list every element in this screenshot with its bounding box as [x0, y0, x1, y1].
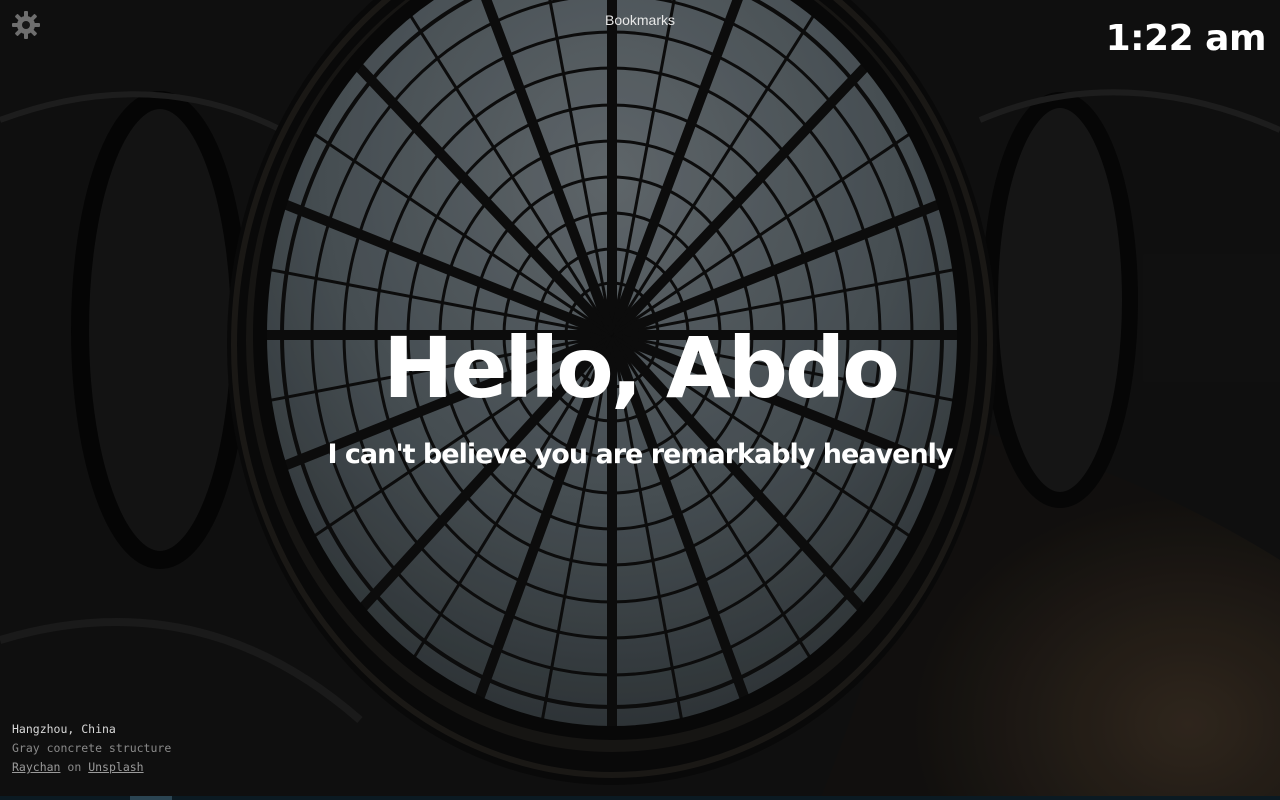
clock: 1:22 am	[1105, 18, 1267, 59]
new-tab-page: Bookmarks 1:22 am Hello, Abdo I can't be…	[0, 0, 1280, 800]
compliment-message: I can't believe you are remarkably heave…	[327, 439, 953, 470]
bookmarks-link[interactable]: Bookmarks	[605, 12, 675, 28]
greeting: Hello, Abdo	[383, 319, 900, 417]
bottom-taskbar-strip	[0, 796, 1280, 800]
bookmarks-bar: Bookmarks	[0, 12, 1280, 28]
attribution-on-text: on	[67, 760, 82, 774]
taskbar-indicator	[130, 796, 172, 800]
photo-location: Hangzhou, China	[12, 722, 116, 736]
photo-attribution: Raychan on Unsplash	[12, 758, 171, 777]
photo-credits: Hangzhou, China Gray concrete structure …	[12, 720, 171, 777]
photo-description: Gray concrete structure	[12, 741, 172, 755]
photo-source-link[interactable]: Unsplash	[88, 760, 143, 774]
photo-author-link[interactable]: Raychan	[12, 760, 60, 774]
